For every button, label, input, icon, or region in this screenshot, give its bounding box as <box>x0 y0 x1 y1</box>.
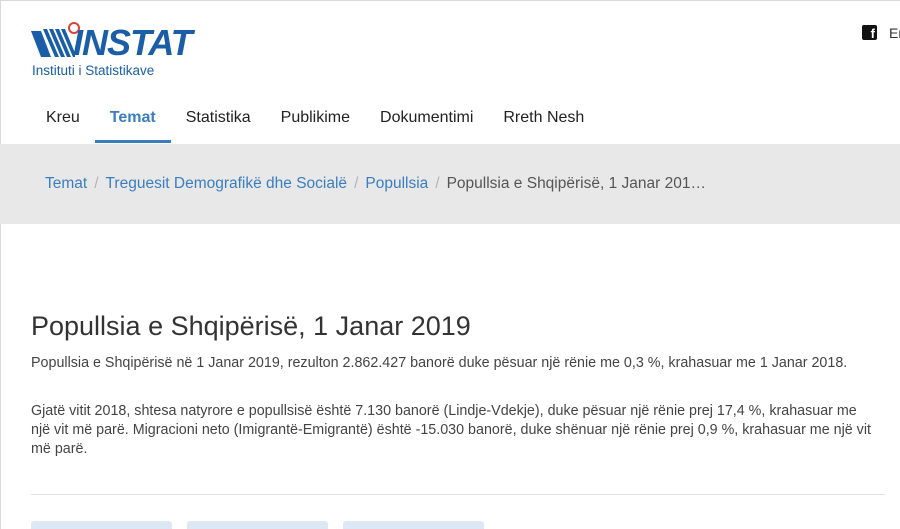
logo-wordmark: INSTAT <box>73 22 193 63</box>
related-tag-1[interactable] <box>31 521 172 529</box>
article-paragraph-1: Popullsia e Shqipërisë në 1 Janar 2019, … <box>31 355 848 371</box>
article-paragraph-2: Gjatë vitit 2018, shtesa natyrore e popu… <box>31 403 871 457</box>
breadcrumb-item-popullsia[interactable]: Popullsia <box>365 175 428 193</box>
language-link[interactable]: En <box>889 25 900 41</box>
breadcrumb-item-temat[interactable]: Temat <box>45 175 87 193</box>
page-title: Popullsia e Shqipërisë, 1 Janar 2019 <box>31 311 471 341</box>
main-nav: Kreu Temat Statistika Publikime Dokument… <box>31 100 599 144</box>
nav-item-dokumentimi[interactable]: Dokumentimi <box>365 100 488 144</box>
breadcrumb-separator: / <box>94 175 99 192</box>
content-divider <box>31 494 885 495</box>
nav-item-publikime[interactable]: Publikime <box>266 100 365 144</box>
breadcrumb-item-treguesit[interactable]: Treguesit Demografikë dhe Socialë <box>106 175 348 193</box>
breadcrumb-separator: / <box>354 175 359 192</box>
nav-item-temat[interactable]: Temat <box>94 100 171 144</box>
left-border <box>0 0 1 529</box>
related-tag-3[interactable] <box>343 521 484 529</box>
nav-item-rreth-nesh[interactable]: Rreth Nesh <box>488 100 599 144</box>
breadcrumb: Temat / Treguesit Demografikë dhe Social… <box>45 175 706 193</box>
top-border <box>0 0 900 1</box>
nav-item-kreu[interactable]: Kreu <box>31 100 95 144</box>
breadcrumb-separator: / <box>435 175 440 192</box>
related-tag-2[interactable] <box>187 521 328 529</box>
logo-subtitle: Instituti i Statistikave <box>32 63 155 78</box>
breadcrumb-current: Popullsia e Shqipërisë, 1 Janar 201… <box>446 175 706 192</box>
nav-item-statistika[interactable]: Statistika <box>171 100 266 144</box>
facebook-icon[interactable]: f <box>862 25 877 40</box>
instat-logo[interactable]: INSTAT Instituti i Statistikave <box>31 21 193 83</box>
